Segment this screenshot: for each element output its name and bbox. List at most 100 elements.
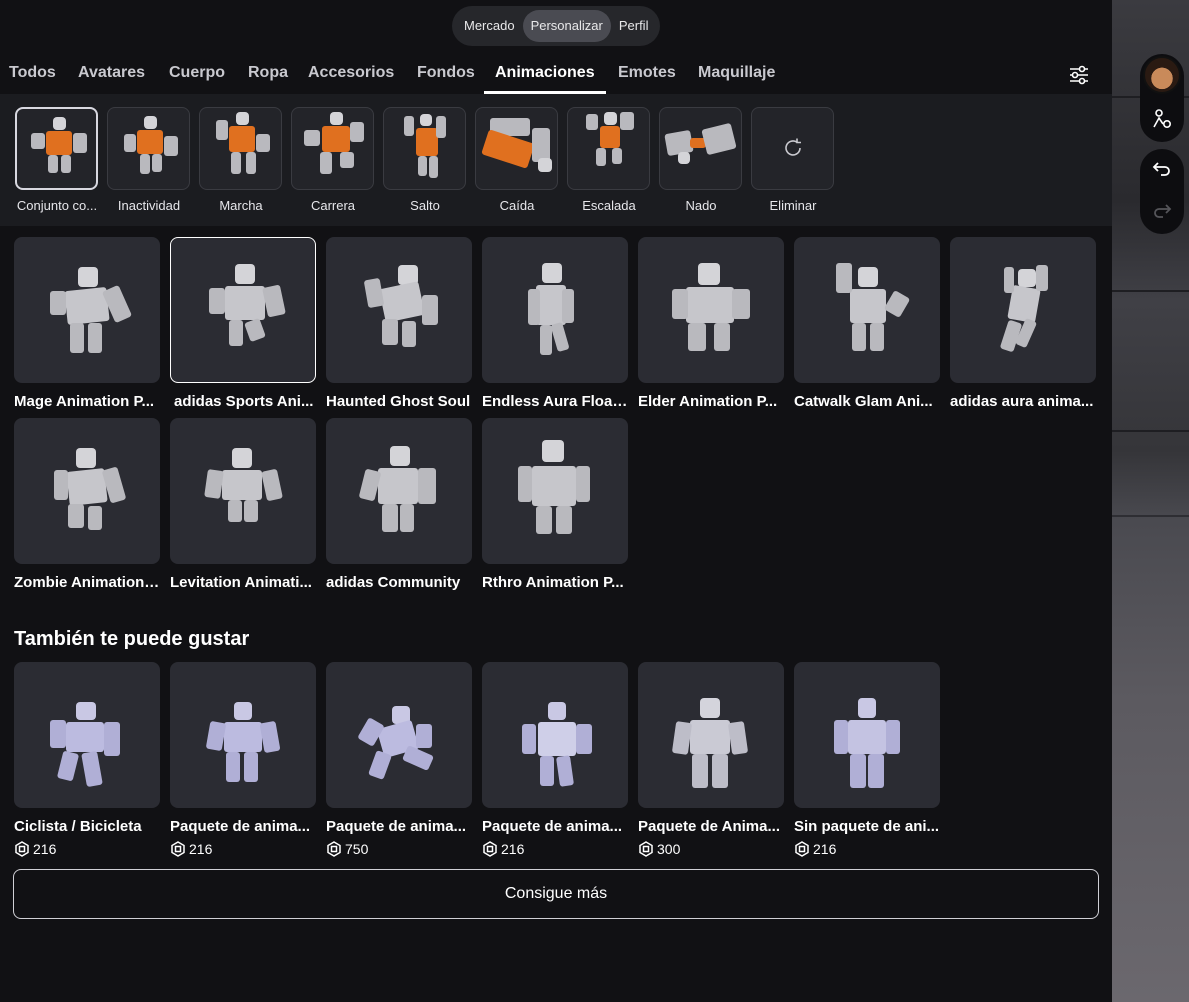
tab-ropa[interactable]: Ropa xyxy=(248,64,288,82)
avatar-thumbnail[interactable] xyxy=(1143,56,1181,94)
tab-cuerpo[interactable]: Cuerpo xyxy=(169,64,225,82)
refresh-icon xyxy=(782,137,804,166)
tab-emotes[interactable]: Emotes xyxy=(618,64,676,82)
item-price: 300 xyxy=(638,841,785,857)
category-tabs: Todos Avatares Cuerpo Ropa Accesorios Fo… xyxy=(0,56,1112,94)
item-thumbnail xyxy=(950,237,1096,383)
slot-label: Eliminar xyxy=(769,198,817,213)
avatar-viewport[interactable] xyxy=(1112,0,1189,1002)
item-price: 216 xyxy=(14,841,161,857)
item-price: 216 xyxy=(794,841,941,857)
slot-label: Nado xyxy=(685,198,717,213)
top-nav: Mercado Personalizar Perfil xyxy=(452,6,661,46)
item-name: Paquete de anima... xyxy=(482,818,623,835)
price-value: 216 xyxy=(813,841,837,857)
item-thumbnail xyxy=(326,418,472,564)
undo-icon[interactable] xyxy=(1150,159,1174,183)
item-name: Levitation Animati... xyxy=(170,574,312,591)
owned-item-card[interactable]: Zombie Animation ... xyxy=(14,418,161,591)
robux-icon xyxy=(171,841,185,857)
slot-label: Inactividad xyxy=(117,198,181,213)
slot-thumbnail xyxy=(291,107,374,190)
item-thumbnail xyxy=(14,662,160,808)
owned-item-card[interactable]: adidas aura anima... xyxy=(950,237,1097,410)
owned-item-card[interactable]: adidas Community xyxy=(326,418,473,591)
tab-accesorios[interactable]: Accesorios xyxy=(308,64,394,82)
price-value: 216 xyxy=(189,841,213,857)
nav-personalizar[interactable]: Personalizar xyxy=(522,10,611,42)
owned-item-card[interactable]: Elder Animation P... xyxy=(638,237,785,410)
item-thumbnail xyxy=(326,662,472,808)
avatar-settings-icon[interactable] xyxy=(1150,108,1174,132)
owned-item-card[interactable]: Endless Aura Float... xyxy=(482,237,629,410)
item-name: Haunted Ghost Soul xyxy=(326,393,471,410)
item-thumbnail xyxy=(170,237,316,383)
item-name: Rthro Animation P... xyxy=(482,574,624,591)
item-thumbnail xyxy=(170,662,316,808)
item-thumbnail xyxy=(482,662,628,808)
owned-item-card[interactable]: Rthro Animation P... xyxy=(482,418,629,591)
nav-perfil[interactable]: Perfil xyxy=(611,10,657,42)
slot-eliminar[interactable]: Eliminar xyxy=(751,107,835,213)
owned-item-card[interactable]: Mage Animation P... xyxy=(14,237,161,410)
robux-icon xyxy=(795,841,809,857)
tab-animaciones[interactable]: Animaciones xyxy=(495,64,595,82)
owned-item-card[interactable]: Haunted Ghost Soul xyxy=(326,237,473,410)
tab-maquillaje[interactable]: Maquillaje xyxy=(698,64,775,82)
item-name: Mage Animation P... xyxy=(14,393,155,410)
filter-icon[interactable] xyxy=(1068,64,1090,86)
item-price: 216 xyxy=(170,841,317,857)
slot-salto[interactable]: Salto xyxy=(383,107,467,213)
slot-thumbnail xyxy=(15,107,98,190)
slot-thumbnail xyxy=(199,107,282,190)
slot-escalada[interactable]: Escalada xyxy=(567,107,651,213)
item-thumbnail xyxy=(170,418,316,564)
tab-avatares[interactable]: Avatares xyxy=(78,64,145,82)
item-thumbnail xyxy=(14,418,160,564)
item-name: adidas Community xyxy=(326,574,461,591)
animation-slots: Conjunto co... Inactividad Marcha Carrer… xyxy=(0,94,1112,226)
nav-mercado[interactable]: Mercado xyxy=(456,10,523,42)
robux-icon xyxy=(15,841,29,857)
recommended-item-card[interactable]: Paquete de anima... 750 xyxy=(326,662,473,857)
item-thumbnail xyxy=(794,237,940,383)
slot-inactividad[interactable]: Inactividad xyxy=(107,107,191,213)
slot-conjunto[interactable]: Conjunto co... xyxy=(15,107,99,213)
slot-thumbnail xyxy=(751,107,834,190)
owned-item-card[interactable]: Catwalk Glam Ani... xyxy=(794,237,941,410)
recommended-item-card[interactable]: Paquete de Anima... 300 xyxy=(638,662,785,857)
item-thumbnail xyxy=(482,418,628,564)
recommended-item-card[interactable]: Paquete de anima... 216 xyxy=(170,662,317,857)
section-title: También te puede gustar xyxy=(14,628,250,650)
tab-todos[interactable]: Todos xyxy=(9,64,56,82)
recommended-item-card[interactable]: Paquete de anima... 216 xyxy=(482,662,629,857)
item-price: 216 xyxy=(482,841,629,857)
item-thumbnail xyxy=(638,662,784,808)
item-name: adidas aura anima... xyxy=(950,393,1094,410)
slot-label: Caída xyxy=(499,198,535,213)
item-thumbnail xyxy=(14,237,160,383)
slot-caida[interactable]: Caída xyxy=(475,107,559,213)
item-thumbnail xyxy=(326,237,472,383)
get-more-button[interactable]: Consigue más xyxy=(13,869,1099,919)
recommended-item-card[interactable]: Sin paquete de ani... 216 xyxy=(794,662,941,857)
robux-icon xyxy=(327,841,341,857)
item-name: Zombie Animation ... xyxy=(14,574,160,591)
slot-label: Marcha xyxy=(219,198,263,213)
item-name: Paquete de anima... xyxy=(326,818,467,835)
owned-item-card[interactable]: adidas Sports Ani... xyxy=(170,237,317,410)
item-name: Elder Animation P... xyxy=(638,393,778,410)
price-value: 300 xyxy=(657,841,681,857)
item-name: Paquete de Anima... xyxy=(638,818,780,835)
slot-label: Escalada xyxy=(582,198,636,213)
slot-nado[interactable]: Nado xyxy=(659,107,743,213)
redo-icon[interactable] xyxy=(1150,201,1174,225)
slot-label: Conjunto co... xyxy=(16,198,98,213)
item-name: Catwalk Glam Ani... xyxy=(794,393,933,410)
slot-carrera[interactable]: Carrera xyxy=(291,107,375,213)
slot-marcha[interactable]: Marcha xyxy=(199,107,283,213)
item-thumbnail xyxy=(638,237,784,383)
tab-fondos[interactable]: Fondos xyxy=(417,64,475,82)
recommended-item-card[interactable]: Ciclista / Bicicleta 216 xyxy=(14,662,161,857)
owned-item-card[interactable]: Levitation Animati... xyxy=(170,418,317,591)
